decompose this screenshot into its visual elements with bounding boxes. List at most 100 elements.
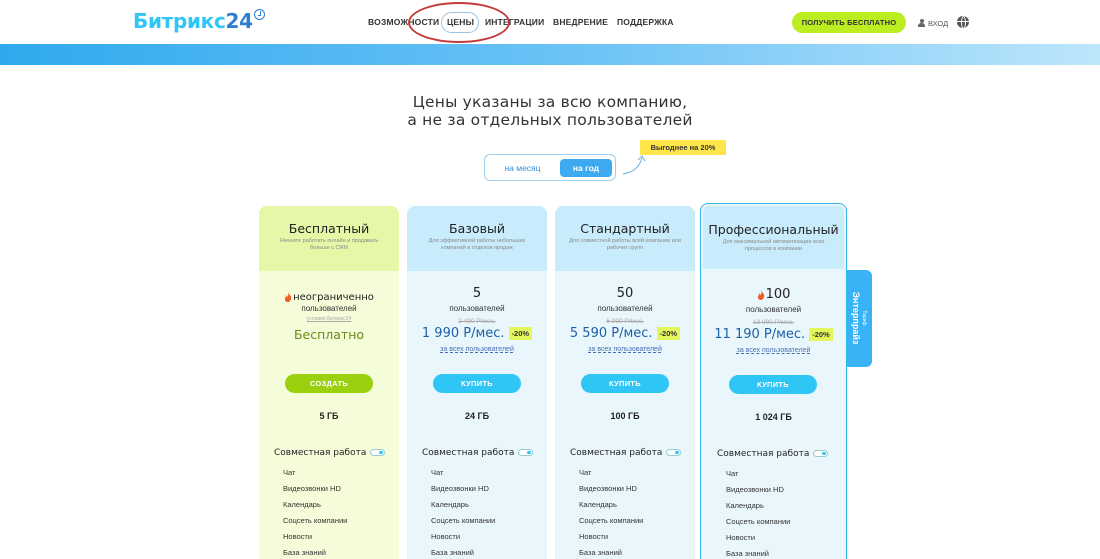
fire-icon xyxy=(757,289,764,300)
user-icon xyxy=(918,19,925,27)
plan-old-price: 2 490 Р/мес. xyxy=(458,318,496,325)
plan-card-standard: Стандартный Для совместной работы всей к… xyxy=(555,206,695,559)
buy-button[interactable]: КУПИТЬ xyxy=(433,374,521,393)
collab-label: Совместная работа xyxy=(422,448,515,458)
billing-year-option[interactable]: на год xyxy=(560,159,612,177)
clock-icon xyxy=(253,9,265,20)
feature-item: База знаний xyxy=(726,549,769,558)
plan-storage: 24 ГБ xyxy=(464,411,490,421)
collab-section: Совместная работа xyxy=(570,448,682,458)
plan-price: 11 190 Р/мес. xyxy=(714,327,806,342)
plan-description: Для эффективной работы небольших компани… xyxy=(428,238,526,251)
billing-month-option[interactable]: на месяц xyxy=(490,159,555,177)
collab-section: Совместная работа xyxy=(422,448,534,458)
feature-item: Календарь xyxy=(431,500,469,509)
plan-users-count: 50 xyxy=(616,286,634,301)
savings-badge: Выгоднее на 20% xyxy=(640,140,726,155)
collab-toggle[interactable] xyxy=(666,449,682,456)
plan-header: Базовый Для эффективной работы небольших… xyxy=(407,206,547,271)
discount-badge: -20% xyxy=(656,327,681,340)
plan-description: Для совместной работы всей компании или … xyxy=(569,238,681,251)
buy-button[interactable]: КУПИТЬ xyxy=(581,374,669,393)
feature-item: База знаний xyxy=(431,548,474,557)
feature-item: Видеозвонки HD xyxy=(431,484,489,493)
price-per-all-link[interactable]: за всех пользователей xyxy=(407,346,547,353)
enterprise-tab-small: Тариф xyxy=(861,310,867,326)
plan-storage: 100 ГБ xyxy=(610,411,640,421)
hero-title-line2: а не за отдельных пользователей xyxy=(407,111,693,129)
plan-card-basic: Базовый Для эффективной работы небольших… xyxy=(407,206,547,559)
logo-number: 24 xyxy=(225,9,254,33)
collab-toggle[interactable] xyxy=(813,450,829,457)
collab-section: Совместная работа xyxy=(274,448,386,458)
login-link[interactable]: ВХОД xyxy=(918,18,948,28)
feature-item: Новости xyxy=(579,532,609,541)
feature-item: Соцсеть компании xyxy=(579,516,644,525)
plan-header: Профессиональный Для максимальной автома… xyxy=(703,206,844,269)
logo-text: Битрикс xyxy=(133,9,226,33)
plan-title: Бесплатный xyxy=(288,221,370,236)
feature-item: База знаний xyxy=(579,548,622,557)
enterprise-tab-label: Энтерпрайз xyxy=(851,291,861,345)
discount-badge: -20% xyxy=(809,328,833,341)
feature-item: Чат xyxy=(726,469,739,478)
feature-item: Чат xyxy=(283,468,296,477)
plan-users: 100 xyxy=(701,287,846,302)
feature-item: Видеозвонки HD xyxy=(726,485,784,494)
plan-price-row: 11 190 Р/мес. -20% xyxy=(701,327,846,342)
plan-title: Базовый xyxy=(449,221,505,236)
site-header: Битрикс24 ВОЗМОЖНОСТИ ЦЕНЫ ИНТЕГРАЦИИ ВН… xyxy=(0,0,1100,44)
feature-item: Новости xyxy=(726,533,756,542)
plan-users-label: пользователей xyxy=(449,304,505,313)
price-per-all-link[interactable]: за всех пользователей xyxy=(701,347,846,354)
enterprise-tab-text: Тариф Энтерпрайз xyxy=(851,292,867,345)
plan-header: Стандартный Для совместной работы всей к… xyxy=(555,206,695,271)
plan-description: Для максимальной автоматизации всех проц… xyxy=(722,239,825,252)
plan-users-label: пользователей xyxy=(745,305,802,314)
feature-item: Видеозвонки HD xyxy=(283,484,341,493)
price-per-all-link[interactable]: за всех пользователей xyxy=(555,346,695,353)
plan-users-count: 5 xyxy=(472,286,482,301)
annotation-circle xyxy=(408,2,510,43)
feature-item: База знаний xyxy=(283,548,326,557)
collab-toggle[interactable] xyxy=(370,449,386,456)
collab-label: Совместная работа xyxy=(717,449,810,459)
collab-toggle[interactable] xyxy=(518,449,534,456)
feature-item: Соцсеть компании xyxy=(431,516,496,525)
plan-users-count: неограниченно xyxy=(293,292,374,303)
plan-users-label: пользователей xyxy=(301,304,357,313)
feature-item: Видеозвонки HD xyxy=(579,484,637,493)
create-button[interactable]: СОЗДАТЬ xyxy=(285,374,373,393)
plan-price: 1 990 Р/мес. xyxy=(421,326,505,341)
header-gradient-band xyxy=(0,44,1100,65)
globe-icon[interactable] xyxy=(957,16,969,29)
hero-title-line1: Цены указаны за всю компанию, xyxy=(412,93,688,111)
plan-users-count: 100 xyxy=(765,287,791,302)
feature-item: Соцсеть компании xyxy=(726,517,791,526)
plan-price: Бесплатно xyxy=(293,327,365,342)
collab-label: Совместная работа xyxy=(570,448,663,458)
plan-conditions-link[interactable]: условия Битрикс24 xyxy=(259,316,399,322)
collab-section: Совместная работа xyxy=(717,449,829,459)
plan-card-professional: Профессиональный Для максимальной автома… xyxy=(700,203,847,559)
feature-item: Новости xyxy=(431,532,461,541)
buy-button[interactable]: КУПИТЬ xyxy=(729,375,817,394)
nav-item-support[interactable]: ПОДДЕРЖКА xyxy=(617,17,674,27)
billing-period-toggle: на месяц на год xyxy=(484,154,616,181)
plan-users-label: пользователей xyxy=(597,304,653,313)
plan-storage: 5 ГБ xyxy=(319,411,339,421)
plan-users: неограниченно xyxy=(259,292,399,303)
collab-label: Совместная работа xyxy=(274,448,367,458)
feature-item: Соцсеть компании xyxy=(283,516,348,525)
nav-item-implementation[interactable]: ВНЕДРЕНИЕ xyxy=(553,17,608,27)
plan-price-row: 5 590 Р/мес. -20% xyxy=(555,326,695,341)
plan-price-row: 1 990 Р/мес. -20% xyxy=(407,326,547,341)
plan-title: Стандартный xyxy=(580,221,670,236)
get-free-button[interactable]: ПОЛУЧИТЬ БЕСПЛАТНО xyxy=(792,12,906,33)
plan-title: Профессиональный xyxy=(708,222,839,237)
feature-item: Чат xyxy=(579,468,592,477)
plan-old-price: 6 990 Р/мес. xyxy=(606,318,644,325)
discount-badge: -20% xyxy=(508,327,533,340)
enterprise-tab[interactable]: Тариф Энтерпрайз xyxy=(847,270,872,367)
logo[interactable]: Битрикс24 xyxy=(133,9,265,33)
